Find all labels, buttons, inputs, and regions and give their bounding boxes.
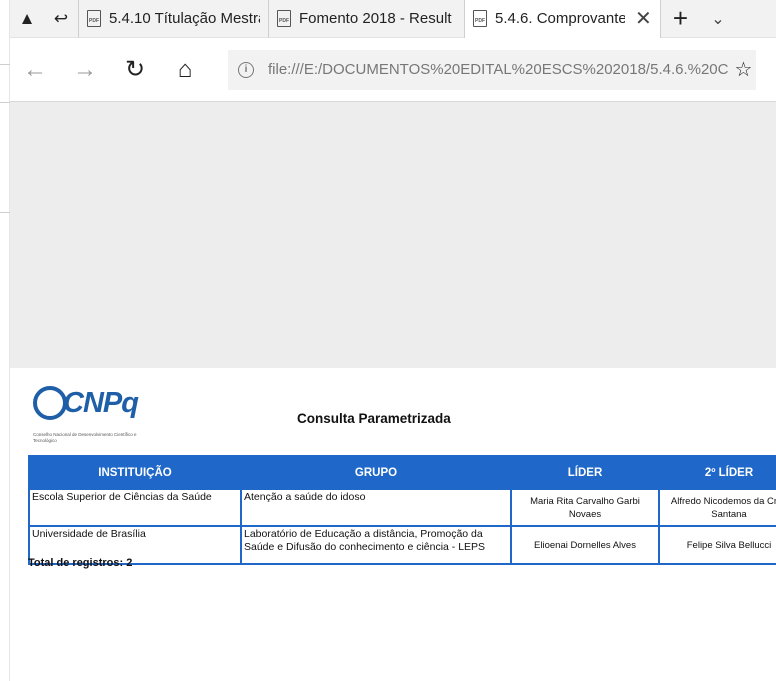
report-title: Consulta Parametrizada [297, 411, 451, 426]
cell-grupo: Laboratório de Educação a distância, Pro… [240, 525, 512, 565]
logo-subtitle: Conselho Nacional de Desenvolvimento Cie… [33, 432, 137, 443]
tab-label: Fomento 2018 - Result [299, 10, 452, 27]
column-header: 2º LÍDER [658, 455, 776, 490]
forward-icon[interactable]: → [60, 38, 110, 102]
background-window-edge [0, 0, 10, 681]
pdf-page: CNPq Conselho Nacional de Desenvolviment… [10, 368, 776, 681]
pdf-icon: PDF [87, 10, 101, 27]
cell-lider: Maria Rita Carvalho Garbi Novaes [510, 488, 660, 527]
table-row: Escola Superior de Ciências da Saúde Ate… [28, 488, 776, 527]
table-header-row: INSTITUIÇÃO GRUPO LÍDER 2º LÍDER [28, 455, 776, 490]
tab-label: 5.4.6. Comprovante [495, 10, 625, 27]
cell-lider2: Alfredo Nicodemos da Cruz Santana [658, 488, 776, 527]
pdf-viewer-background [10, 102, 776, 368]
info-icon[interactable]: i [238, 61, 254, 78]
results-table: INSTITUIÇÃO GRUPO LÍDER 2º LÍDER Escola … [28, 455, 776, 565]
column-header: LÍDER [510, 455, 660, 490]
new-tab-button[interactable]: + [660, 0, 700, 38]
cell-lider: Elioenai Dornelles Alves [510, 525, 660, 565]
tab-fomento[interactable]: PDF Fomento 2018 - Result [268, 0, 464, 38]
back-tabs-icon[interactable]: ↩ [44, 0, 78, 38]
home-icon[interactable]: ⌂ [160, 38, 210, 102]
cell-grupo: Atenção a saúde do idoso [240, 488, 512, 527]
close-icon[interactable]: ✕ [635, 6, 652, 31]
logo-text: CNPq [63, 387, 139, 419]
refresh-icon[interactable]: ↻ [110, 38, 160, 102]
favorite-star-icon[interactable]: ☆ [728, 57, 752, 82]
logo-mark [33, 386, 67, 420]
column-header: INSTITUIÇÃO [28, 455, 242, 490]
address-text: file:///E:/DOCUMENTOS%20EDITAL%20ESCS%20… [268, 61, 729, 78]
cell-instituicao: Escola Superior de Ciências da Saúde [28, 488, 242, 527]
address-bar[interactable]: i file:///E:/DOCUMENTOS%20EDITAL%20ESCS%… [228, 49, 756, 90]
tab-titulacao[interactable]: PDF 5.4.10 Títulação Mestra [78, 0, 268, 38]
tab-comprovante[interactable]: PDF 5.4.6. Comprovante ✕ [464, 0, 660, 38]
table-row: Universidade de Brasília Laboratório de … [28, 525, 776, 565]
pdf-icon: PDF [277, 10, 291, 27]
tab-label: 5.4.10 Títulação Mestra [109, 10, 260, 27]
back-icon[interactable]: ← [10, 38, 60, 102]
address-toolbar: ← → ↻ ⌂ i file:///E:/DOCUMENTOS%20EDITAL… [10, 38, 776, 102]
tab-actions-icon[interactable]: ▲ [10, 0, 44, 38]
total-records: Total de registros: 2 [28, 557, 133, 569]
chevron-down-icon[interactable]: ⌄ [700, 0, 736, 38]
cnpq-logo: CNPq Conselho Nacional de Desenvolviment… [33, 386, 153, 456]
pdf-icon: PDF [473, 10, 487, 27]
cell-lider2: Felipe Silva Bellucci [658, 525, 776, 565]
tab-strip: ▲ ↩ PDF 5.4.10 Títulação Mestra PDF Fome… [10, 0, 776, 38]
column-header: GRUPO [240, 455, 512, 490]
